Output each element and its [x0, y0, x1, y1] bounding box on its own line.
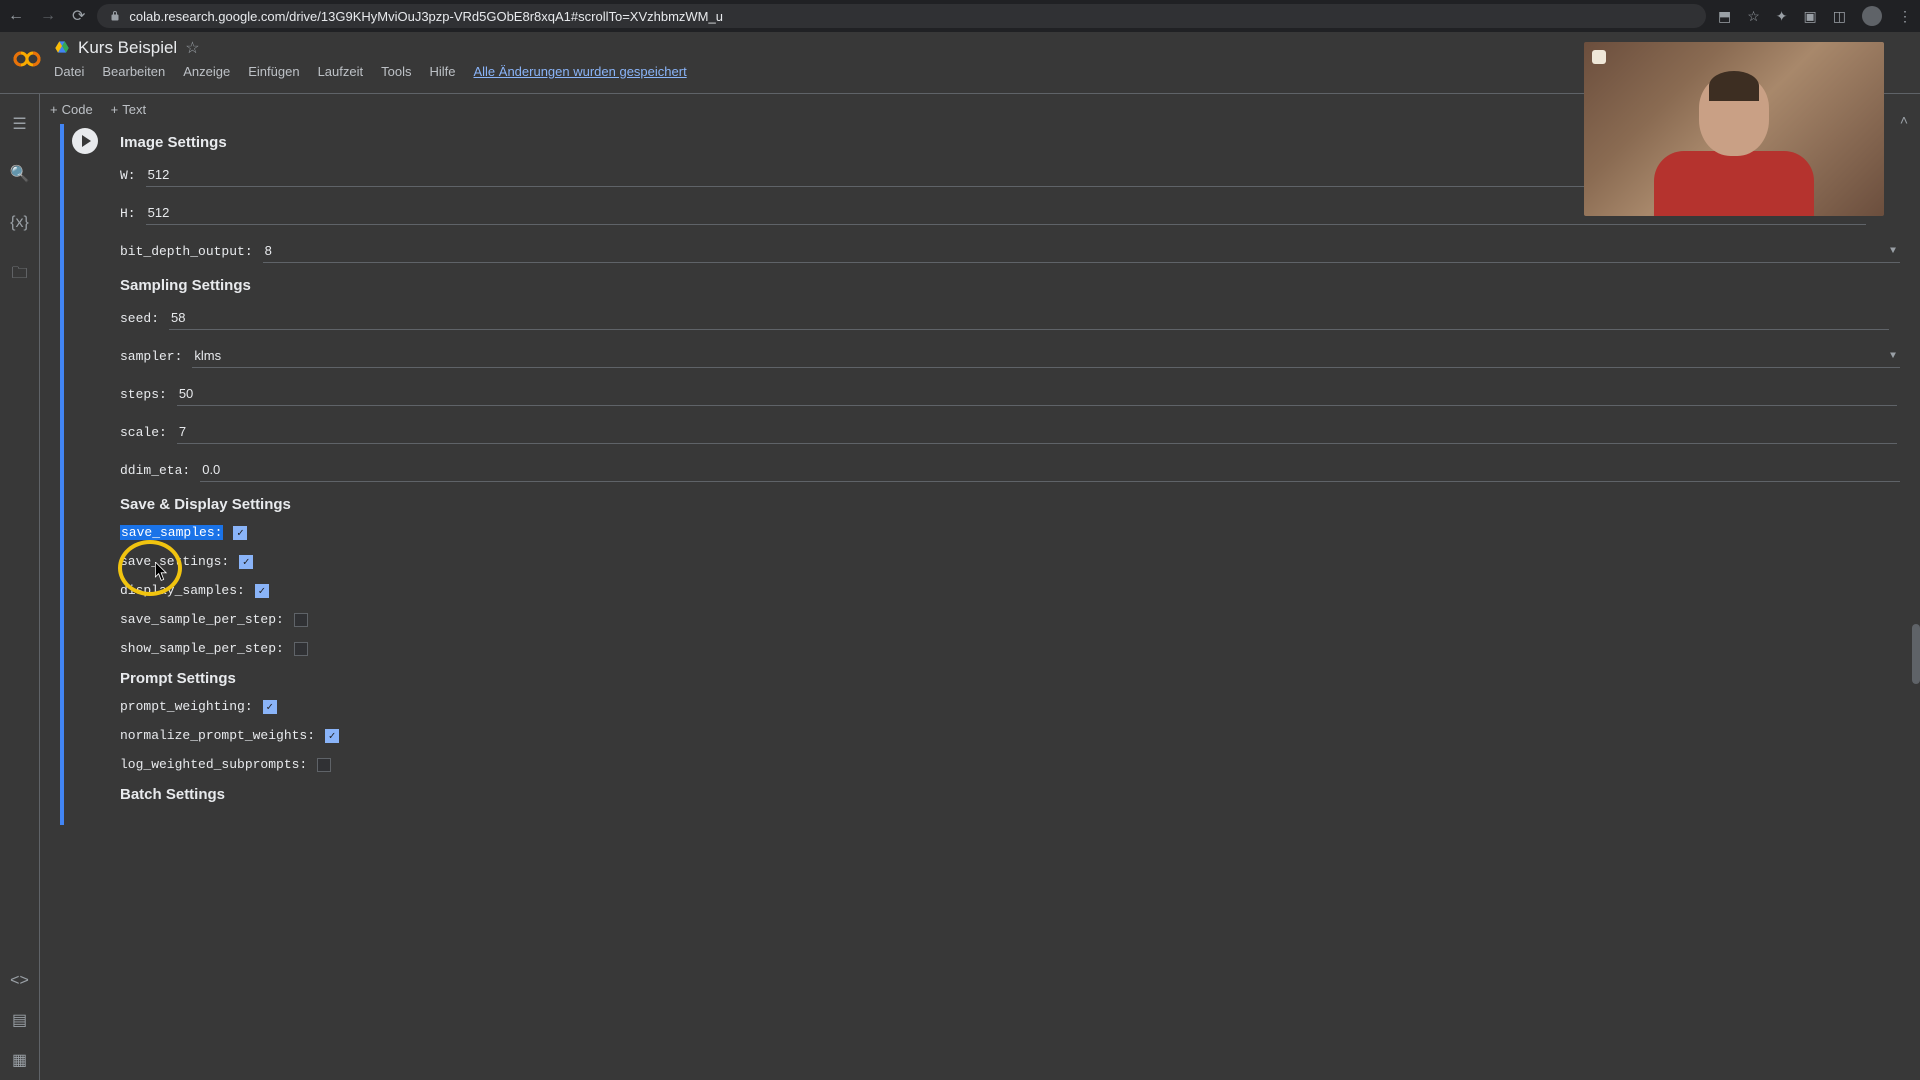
notebook-cell: Image Settings W: H: bit_depth_output: ▼… [60, 124, 1920, 825]
select-bit-depth[interactable] [263, 239, 1900, 263]
checkbox-save-samples[interactable] [233, 526, 247, 540]
label-save-settings: save_settings: [120, 554, 229, 569]
search-icon[interactable]: 🔍 [10, 164, 30, 184]
menu-tools[interactable]: Tools [381, 64, 411, 79]
input-scale[interactable] [177, 420, 1897, 444]
checkbox-normalize-weights[interactable] [325, 729, 339, 743]
browser-chrome: ← → ⟳ colab.research.google.com/drive/13… [0, 0, 1920, 32]
back-icon[interactable]: ← [8, 7, 24, 25]
menu-einfuegen[interactable]: Einfügen [248, 64, 299, 79]
code-snippet-icon[interactable]: <> [10, 972, 29, 990]
checkbox-log-subprompts[interactable] [317, 758, 331, 772]
extensions-icon[interactable]: ✦ [1776, 8, 1788, 25]
bookmark-icon[interactable]: ☆ [1747, 8, 1760, 25]
checkbox-prompt-weighting[interactable] [263, 700, 277, 714]
add-text-button[interactable]: +Text [111, 102, 146, 117]
toc-icon[interactable]: ☰ [12, 114, 26, 134]
terminal-icon[interactable]: ▤ [12, 1010, 27, 1030]
section-save-display: Save & Display Settings [120, 496, 1900, 513]
drive-icon [54, 40, 70, 56]
label-save-samples: save_samples: [120, 525, 223, 540]
label-steps: steps: [120, 387, 167, 402]
notebook-title[interactable]: Kurs Beispiel [78, 38, 177, 58]
save-status[interactable]: Alle Änderungen wurden gespeichert [473, 64, 686, 79]
checkbox-show-per-step[interactable] [294, 642, 308, 656]
menu-hilfe[interactable]: Hilfe [429, 64, 455, 79]
main-content: Image Settings W: H: bit_depth_output: ▼… [40, 124, 1920, 1080]
label-scale: scale: [120, 425, 167, 440]
menu-laufzeit[interactable]: Laufzeit [318, 64, 364, 79]
variables-icon[interactable]: {x} [10, 214, 29, 232]
input-seed[interactable] [169, 306, 1889, 330]
section-sampling-settings: Sampling Settings [120, 277, 1900, 294]
label-save-per-step: save_sample_per_step: [120, 612, 284, 627]
menu-icon[interactable]: ⋮ [1898, 8, 1912, 25]
extension-icon[interactable]: ▣ [1804, 8, 1817, 25]
label-ddim-eta: ddim_eta: [120, 463, 190, 478]
select-sampler[interactable] [192, 344, 1900, 368]
label-prompt-weighting: prompt_weighting: [120, 699, 253, 714]
panel-icon[interactable]: ◫ [1833, 8, 1846, 25]
label-bit-depth: bit_depth_output: [120, 244, 253, 259]
star-icon[interactable]: ☆ [185, 38, 199, 58]
label-w: W: [120, 168, 136, 183]
plus-icon: + [111, 102, 119, 117]
chevron-down-icon[interactable]: ▼ [1890, 351, 1896, 362]
checkbox-save-settings[interactable] [239, 555, 253, 569]
checkbox-display-samples[interactable] [255, 584, 269, 598]
avatar-icon[interactable] [1862, 6, 1882, 26]
colab-logo-icon [12, 44, 42, 74]
reload-icon[interactable]: ⟳ [72, 6, 85, 26]
url-bar[interactable]: colab.research.google.com/drive/13G9KHyM… [97, 4, 1706, 28]
files-icon[interactable]: 🗀 [11, 262, 27, 289]
lock-icon [109, 10, 121, 22]
webcam-overlay [1584, 42, 1884, 216]
plus-icon: + [50, 102, 58, 117]
label-sampler: sampler: [120, 349, 182, 364]
label-display-samples: display_samples: [120, 583, 245, 598]
add-code-button[interactable]: +Code [50, 102, 93, 117]
menu-bearbeiten[interactable]: Bearbeiten [102, 64, 165, 79]
more-icon[interactable]: ▦ [12, 1050, 27, 1070]
section-batch-settings: Batch Settings [120, 786, 1900, 803]
label-h: H: [120, 206, 136, 221]
label-seed: seed: [120, 311, 159, 326]
checkbox-save-per-step[interactable] [294, 613, 308, 627]
label-log-subprompts: log_weighted_subprompts: [120, 757, 307, 772]
input-steps[interactable] [177, 382, 1897, 406]
input-ddim-eta[interactable] [200, 458, 1900, 482]
scrollbar[interactable] [1912, 624, 1920, 684]
section-prompt-settings: Prompt Settings [120, 670, 1900, 687]
left-sidebar: ☰ 🔍 {x} 🗀 <> ▤ ▦ [0, 94, 40, 1080]
forward-icon[interactable]: → [40, 7, 56, 25]
menu-anzeige[interactable]: Anzeige [183, 64, 230, 79]
run-cell-button[interactable] [72, 128, 98, 154]
chevron-down-icon[interactable]: ▼ [1890, 246, 1896, 257]
url-text: colab.research.google.com/drive/13G9KHyM… [129, 9, 723, 24]
menu-datei[interactable]: Datei [54, 64, 84, 79]
label-show-per-step: show_sample_per_step: [120, 641, 284, 656]
label-normalize-weights: normalize_prompt_weights: [120, 728, 315, 743]
install-icon[interactable]: ⬒ [1718, 8, 1731, 25]
